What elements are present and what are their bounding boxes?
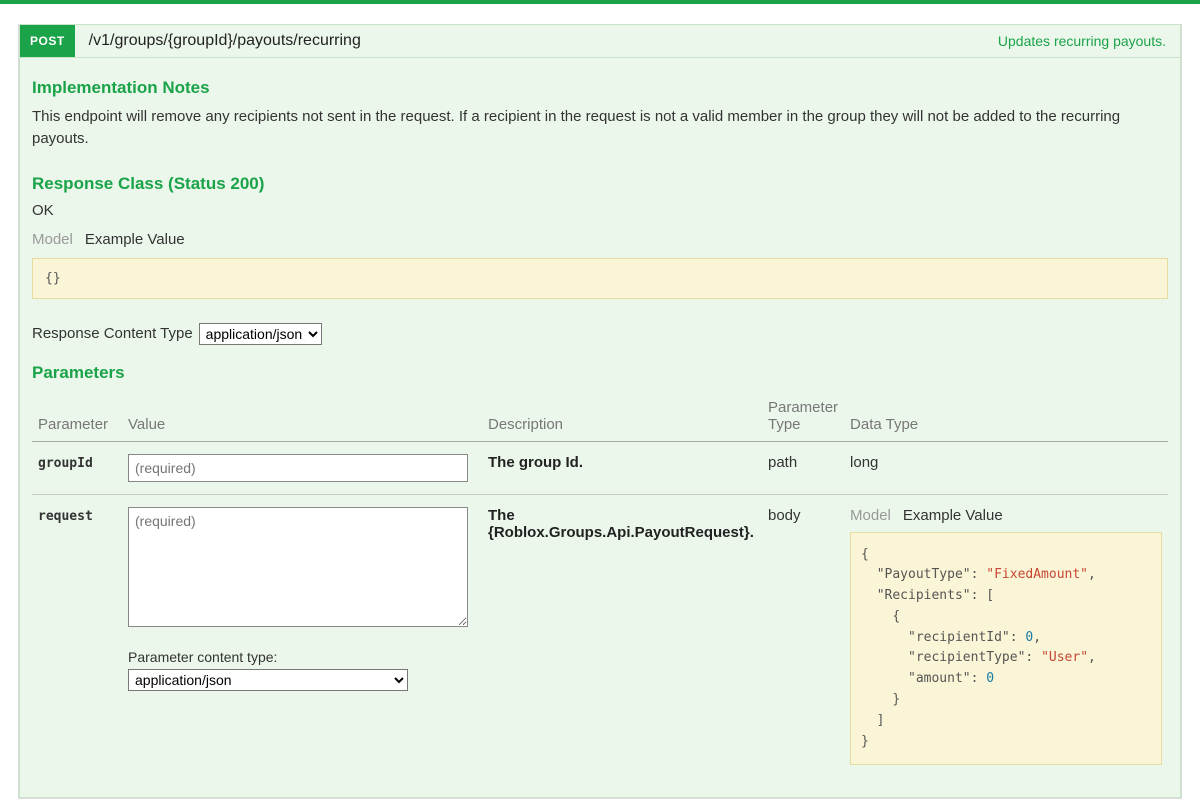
response-content-type-row: Response Content Type application/json (32, 323, 1168, 345)
param-value-input[interactable] (128, 454, 468, 482)
col-parameter-type: Parameter Type (762, 391, 844, 442)
tab-model[interactable]: Model (32, 231, 73, 248)
datatype-example-code[interactable]: { "PayoutType": "FixedAmount", "Recipien… (850, 532, 1162, 766)
param-type: body (762, 494, 844, 777)
http-method-badge: POST (20, 25, 75, 57)
col-data-type: Data Type (844, 391, 1168, 442)
response-class-heading: Response Class (Status 200) (32, 174, 1168, 194)
response-content-type-select[interactable]: application/json (199, 323, 322, 345)
param-type: path (762, 441, 844, 494)
tab-model[interactable]: Model (850, 507, 891, 524)
operation-header[interactable]: POST /v1/groups/{groupId}/payouts/recurr… (19, 24, 1181, 58)
top-accent-bar (0, 0, 1200, 4)
table-row: groupId The group Id. path long (32, 441, 1168, 494)
col-description: Description (482, 391, 762, 442)
response-example-code[interactable]: {} (32, 258, 1168, 299)
table-row: request Parameter content type: applicat… (32, 494, 1168, 777)
param-content-type-select[interactable]: application/json (128, 669, 408, 691)
response-status-text: OK (32, 202, 1168, 219)
parameters-heading: Parameters (32, 363, 1168, 383)
param-value-textarea[interactable] (128, 507, 468, 627)
param-content-type-label: Parameter content type: (128, 649, 476, 665)
endpoint-summary: Updates recurring payouts. (998, 33, 1166, 49)
col-value: Value (122, 391, 482, 442)
operation-body: Implementation Notes This endpoint will … (19, 58, 1181, 798)
col-parameter: Parameter (32, 391, 122, 442)
param-name: groupId (38, 456, 93, 471)
implementation-notes-text: This endpoint will remove any recipients… (32, 106, 1168, 150)
response-tabs: Model Example Value (32, 231, 1168, 248)
endpoint-path: /v1/groups/{groupId}/payouts/recurring (89, 32, 998, 50)
tab-example-value[interactable]: Example Value (85, 231, 185, 248)
response-content-type-label: Response Content Type (32, 325, 193, 342)
param-description: The {Roblox.Groups.Api.PayoutRequest}. (488, 507, 754, 541)
parameters-table: Parameter Value Description Parameter Ty… (32, 391, 1168, 778)
implementation-notes-heading: Implementation Notes (32, 78, 1168, 98)
datatype-tabs: Model Example Value (850, 507, 1162, 524)
tab-example-value[interactable]: Example Value (903, 507, 1003, 524)
param-description: The group Id. (488, 454, 583, 471)
param-datatype: long (844, 441, 1168, 494)
param-name: request (38, 509, 93, 524)
api-operation-container: POST /v1/groups/{groupId}/payouts/recurr… (18, 24, 1182, 799)
